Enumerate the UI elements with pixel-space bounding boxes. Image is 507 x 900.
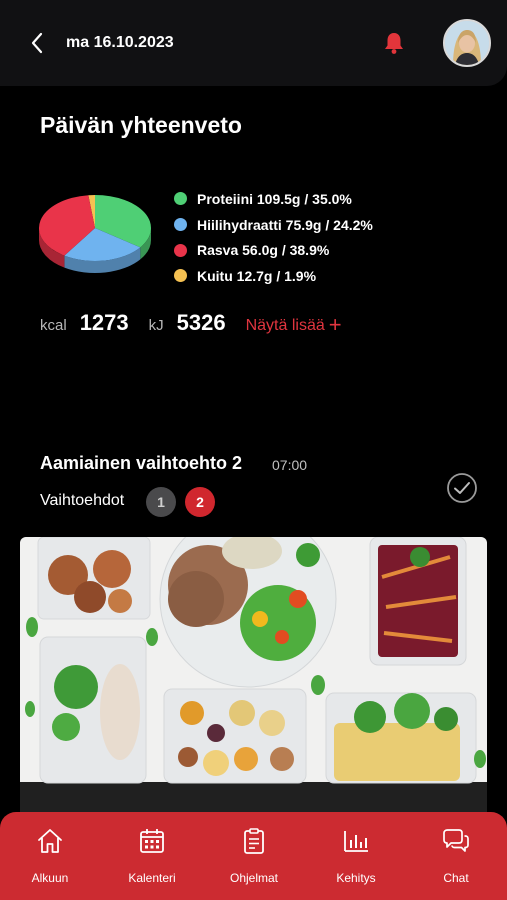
nav-item-programs[interactable]: Ohjelmat <box>214 826 294 890</box>
nav-label: Ohjelmat <box>229 871 279 885</box>
chat-icon <box>443 829 469 852</box>
nav-item-chat[interactable]: Chat <box>416 826 496 890</box>
kcal-unit: kcal <box>40 317 67 334</box>
avatar[interactable] <box>443 19 491 67</box>
legend-item-protein: Proteiini 109.5g / 35.0% <box>174 186 373 212</box>
legend-label: Kuitu 12.7g / 1.9% <box>197 267 317 284</box>
date-label: ma 16.10.2023 <box>66 34 174 51</box>
clipboard-icon <box>244 828 264 854</box>
plus-icon: + <box>328 312 342 337</box>
legend-item-fiber: Kuitu 12.7g / 1.9% <box>174 263 373 289</box>
legend-dot <box>174 192 187 206</box>
meal-photo <box>20 537 487 837</box>
legend-item-carbs: Hiilihydraatti 75.9g / 24.2% <box>174 212 373 238</box>
bar-chart-icon <box>344 831 368 852</box>
nav-label: Alkuun <box>31 871 69 885</box>
nav-label: Kalenteri <box>128 871 176 885</box>
show-more-label: Näytä lisää <box>245 317 325 334</box>
legend-dot <box>174 269 187 283</box>
show-more-link[interactable]: Näytä lisää + <box>246 312 342 338</box>
kcal-value: 1273 <box>79 310 129 335</box>
calendar-icon <box>140 829 164 853</box>
nav-label: Chat <box>443 871 469 885</box>
meal-time: 07:00 <box>272 457 308 473</box>
chevron-left-icon <box>31 32 43 54</box>
kj-unit: kJ <box>148 317 164 334</box>
legend-label: Hiilihydraatti 75.9g / 24.2% <box>197 216 373 233</box>
bottom-navigation: Alkuun Kalenteri Ohjelmat Kehitys Chat <box>0 812 507 900</box>
check-circle-icon[interactable] <box>446 472 478 504</box>
legend-dot <box>174 218 187 232</box>
legend-dot <box>174 243 187 257</box>
kj-value: 5326 <box>176 310 226 335</box>
chart-legend: Proteiini 109.5g / 35.0% Hiilihydraatti … <box>174 186 373 289</box>
back-button[interactable] <box>22 28 52 58</box>
home-icon <box>38 829 62 853</box>
option-1-button[interactable]: 1 <box>146 487 176 517</box>
top-bar: ma 16.10.2023 <box>0 0 507 86</box>
section-title: Päivän yhteenveto <box>40 112 242 138</box>
legend-label: Proteiini 109.5g / 35.0% <box>197 190 352 207</box>
meal-photo-image <box>20 537 487 837</box>
nav-label: Kehitys <box>336 871 376 885</box>
legend-item-fat: Rasva 56.0g / 38.9% <box>174 237 373 263</box>
nav-item-calendar[interactable]: Kalenteri <box>112 826 192 890</box>
legend-label: Rasva 56.0g / 38.9% <box>197 242 330 259</box>
meal-title: Aamiainen vaihtoehto 2 <box>40 453 243 473</box>
macro-pie-chart <box>38 195 151 273</box>
nav-item-progress[interactable]: Kehitys <box>316 826 396 890</box>
options-label: Vaihtoehdot <box>40 492 125 509</box>
profile-photo <box>445 21 489 65</box>
nav-item-home[interactable]: Alkuun <box>10 826 90 890</box>
option-2-button[interactable]: 2 <box>185 487 215 517</box>
energy-row: kcal 1273 kJ 5326 Näytä lisää + <box>40 310 342 338</box>
bell-icon[interactable] <box>381 30 407 56</box>
